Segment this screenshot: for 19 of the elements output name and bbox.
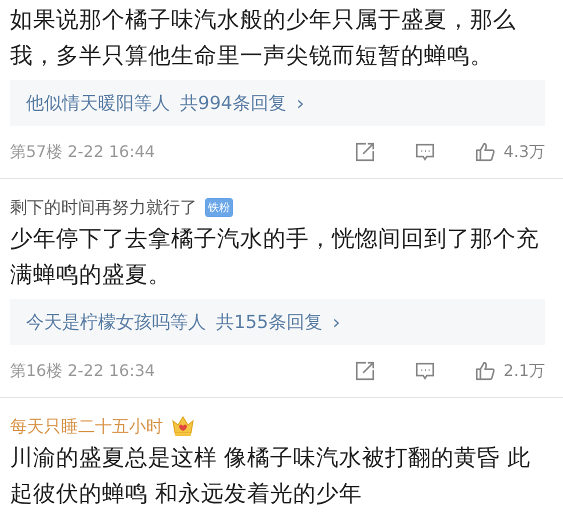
share-icon[interactable]	[354, 360, 376, 382]
username[interactable]: 每天只睡二十五小时	[10, 414, 163, 438]
thumbs-up-icon[interactable]	[474, 141, 496, 163]
thumbs-up-icon[interactable]	[474, 360, 496, 382]
fan-badge: 铁粉	[205, 198, 233, 216]
replies-link[interactable]: 今天是柠檬女孩吗等人 共155条回复 ›	[10, 299, 545, 345]
crown-icon	[171, 415, 195, 437]
share-icon[interactable]	[354, 141, 376, 163]
replies-link[interactable]: 他似情天暖阳等人 共994条回复 ›	[10, 80, 545, 126]
comment-icon[interactable]	[414, 141, 436, 163]
like-count: 2.1万	[504, 360, 545, 382]
comment-text: 如果说那个橘子味汽水般的少年只属于盛夏，那么我，多半只算他生命里一声尖锐而短暂的蝉鸣。	[10, 6, 517, 71]
comment-text: 川渝的盛夏总是这样 像橘子味汽水被打翻的黄昏 此起彼伏的蝉鸣 和永远发着光的少年	[10, 444, 532, 509]
like-count: 4.3万	[504, 142, 545, 162]
comment-text: 少年停下了去拿橘子汽水的手，恍惚间回到了那个充满蝉鸣的盛夏。	[10, 225, 540, 290]
floor-time: 第16楼 2-22 16:34	[10, 360, 155, 382]
comment-icon[interactable]	[414, 360, 436, 382]
floor-time: 第57楼 2-22 16:44	[10, 142, 155, 162]
username[interactable]: 剩下的时间再努力就行了	[10, 196, 197, 218]
